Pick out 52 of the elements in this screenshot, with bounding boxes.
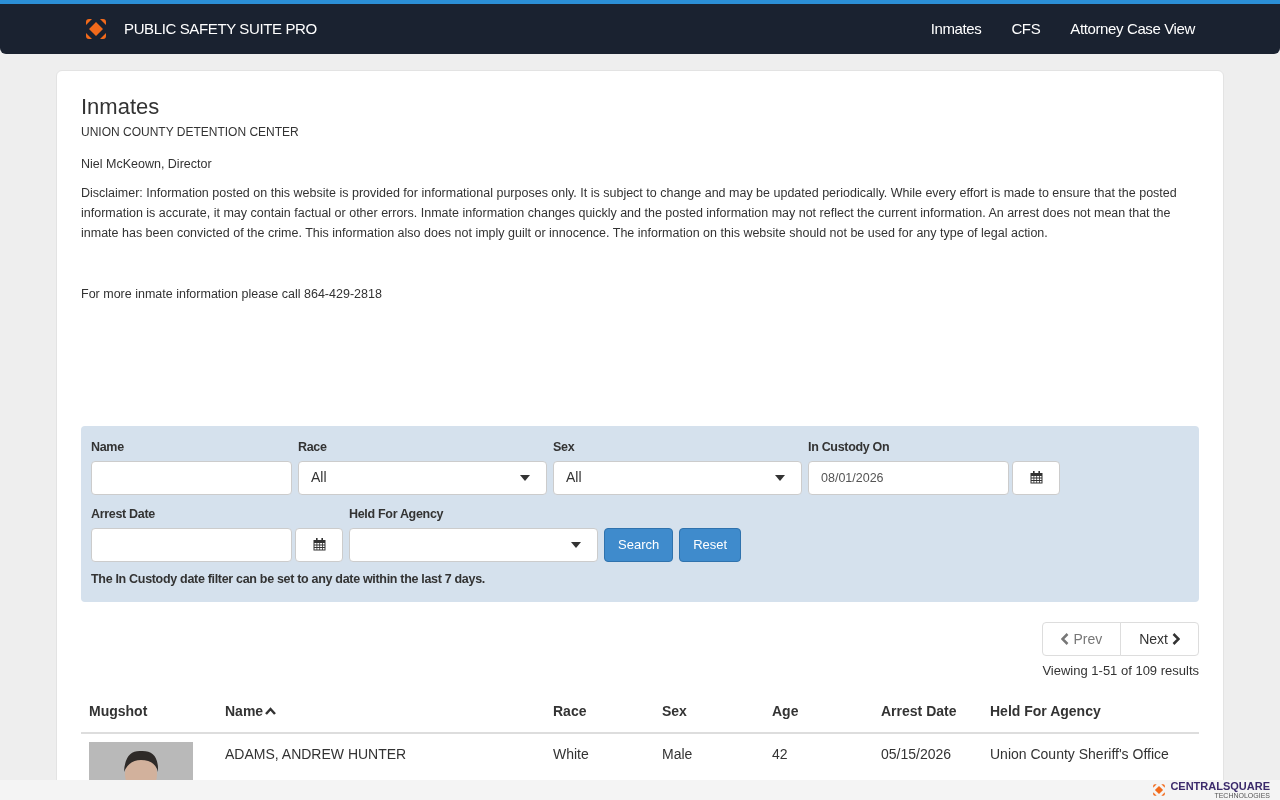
table-cell-text: Male [662,744,693,764]
chevron-left-icon [1061,633,1070,646]
field-label: Name [91,439,125,456]
sort-up-icon [265,707,277,716]
calendar-button[interactable] [1012,460,1060,495]
column-header: Mugshot [89,701,149,721]
chevron-right-icon [1172,633,1180,646]
filter-note: The In Custody date filter can be set to any date within the last 7 days. [91,570,486,588]
column-header[interactable]: Name [225,700,553,722]
column-header: Sex [662,701,688,721]
column-header: Arrest Date [881,701,958,721]
field-label: Held For Agency [349,505,445,523]
facility-name: UNION COUNTY DETENTION CENTER [81,123,300,141]
footer-brand: CENTRALSQUARE [1170,781,1270,792]
field-label: In Custody On [808,439,891,456]
logo-icon [84,17,108,41]
field-label: Arrest Date [91,505,156,523]
column-header: Race [553,701,588,721]
nav-link[interactable]: Inmates [930,17,982,41]
filter-button[interactable]: Reset [679,527,742,562]
caret-icon [520,474,530,481]
phone-note: For more inmate information please call 864-429-2818 [81,286,383,304]
select-field[interactable] [349,527,598,562]
table-cell-text: 42 [772,744,788,764]
caret-icon [775,474,785,481]
table-cell-text: ADAMS, ANDREW HUNTER [225,744,407,764]
table-cell-text: Union County Sheriff's Office [990,744,1169,764]
text-field[interactable] [91,460,292,495]
column-header: Held For Agency [990,701,1102,721]
nav-link[interactable]: Attorney Case View [1070,17,1195,41]
select-field[interactable]: All [298,460,547,495]
caret-icon [571,541,581,548]
select-field[interactable]: All [553,460,802,495]
table-cell-text: White [553,744,589,764]
calendar-button[interactable] [295,527,343,562]
nav-link[interactable]: CFS [1011,17,1041,41]
field-label: Sex [553,439,576,456]
results-summary: Viewing 1-51 of 109 results [1042,662,1199,681]
disclaimer-text: Disclaimer: Information posted on this website is provided for informational purposes only. It is subject to change and may be updated periodically. While every effort is made to ensure that the posted information is accurate, it may contain factual or other errors. Inmate information changes quickly and the posted information may not reflect the current information. An arrest does not mean that the inmate has been convicted of the crime. This information also does not imply guilt or innocence. The information on this website should not be used for any type of legal action. [81,185,1178,243]
calendar-icon [1029,471,1043,485]
date-field[interactable]: 08/01/2026 [808,460,1009,495]
date-field[interactable] [91,527,292,562]
brand-title[interactable]: PUBLIC SAFETY SUITE PRO [124,17,317,41]
filter-button[interactable]: Search [604,527,674,562]
page-title: Inmates [81,93,161,121]
table-cell-text: 05/15/2026 [881,744,952,764]
next-button[interactable]: Next [1120,622,1199,657]
field-label: Race [298,439,328,456]
director-name: Niel McKeown, Director [81,155,213,173]
column-header: Age [772,701,800,721]
logo-icon [1152,783,1167,797]
calendar-icon [312,538,326,551]
